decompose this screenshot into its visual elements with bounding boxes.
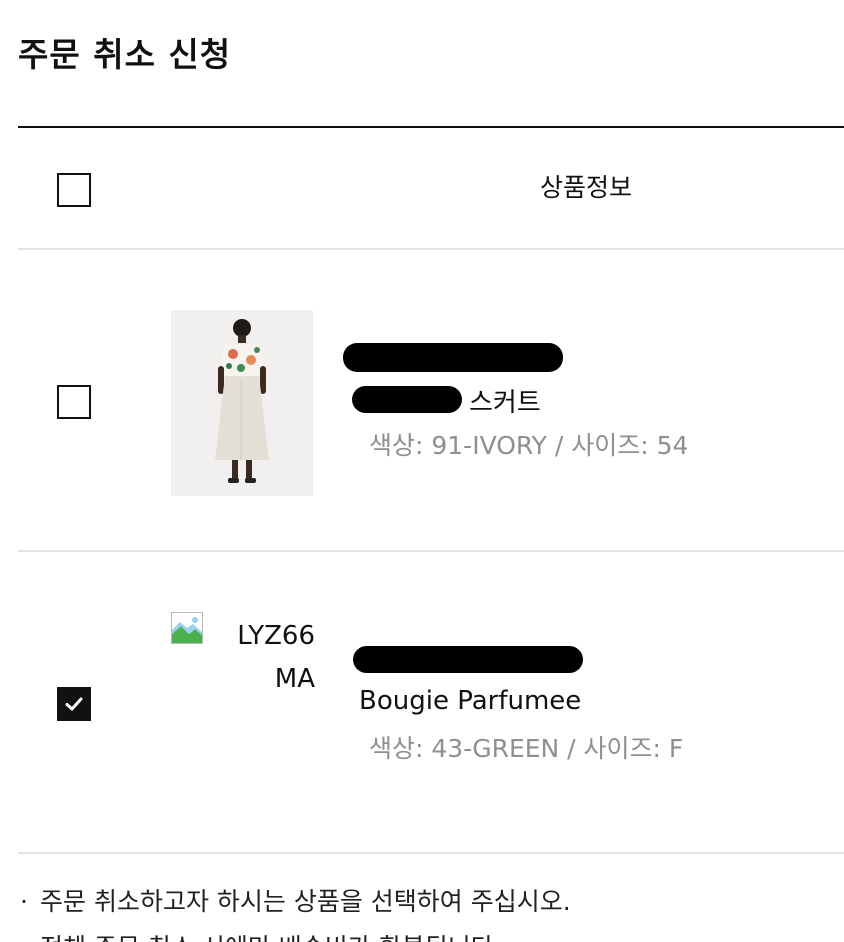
redacted-name-mark [352,386,462,413]
product-name[interactable]: 스커트 [469,382,541,419]
model-photo-illustration [215,319,269,483]
item-checkbox[interactable] [57,385,91,419]
page-title: 주문 취소 신청 [18,35,232,74]
bullet-icon: · [20,933,40,942]
broken-image-icon[interactable] [171,612,203,644]
bullet-icon: · [20,887,28,916]
order-cancel-page: 주문 취소 신청 상품정보 스커트 색상: 91-IVORY / 사이즈: 54… [0,0,844,942]
redacted-brand-mark [353,646,583,673]
product-option: 색상: 91-IVORY / 사이즈: 54 [369,431,689,460]
product-info-header: 상품정보 [540,173,633,202]
row-divider [18,248,844,250]
product-image[interactable] [171,310,313,496]
select-all-checkbox[interactable] [57,173,91,207]
redacted-brand-mark [343,343,563,372]
product-name[interactable]: Bougie Parfumee [359,686,581,716]
row-divider [18,550,844,552]
notice-text: 전체 주문 취소 시에만 배송비가 환불됩니다. [40,933,502,942]
image-alt-text: LYZ66 MA [237,621,315,694]
row-divider [18,852,844,854]
header-divider [18,126,844,128]
notice-item: · 주문 취소하고자 하시는 상품을 선택하여 주십시오. [20,882,571,918]
notice-item: ·전체 주문 취소 시에만 배송비가 환불됩니다. [20,928,502,942]
notice-text: 주문 취소하고자 하시는 상품을 선택하여 주십시오. [40,887,571,916]
checkmark-icon [65,697,83,711]
product-option: 색상: 43-GREEN / 사이즈: F [369,734,684,763]
item-checkbox-checked[interactable] [57,687,91,721]
